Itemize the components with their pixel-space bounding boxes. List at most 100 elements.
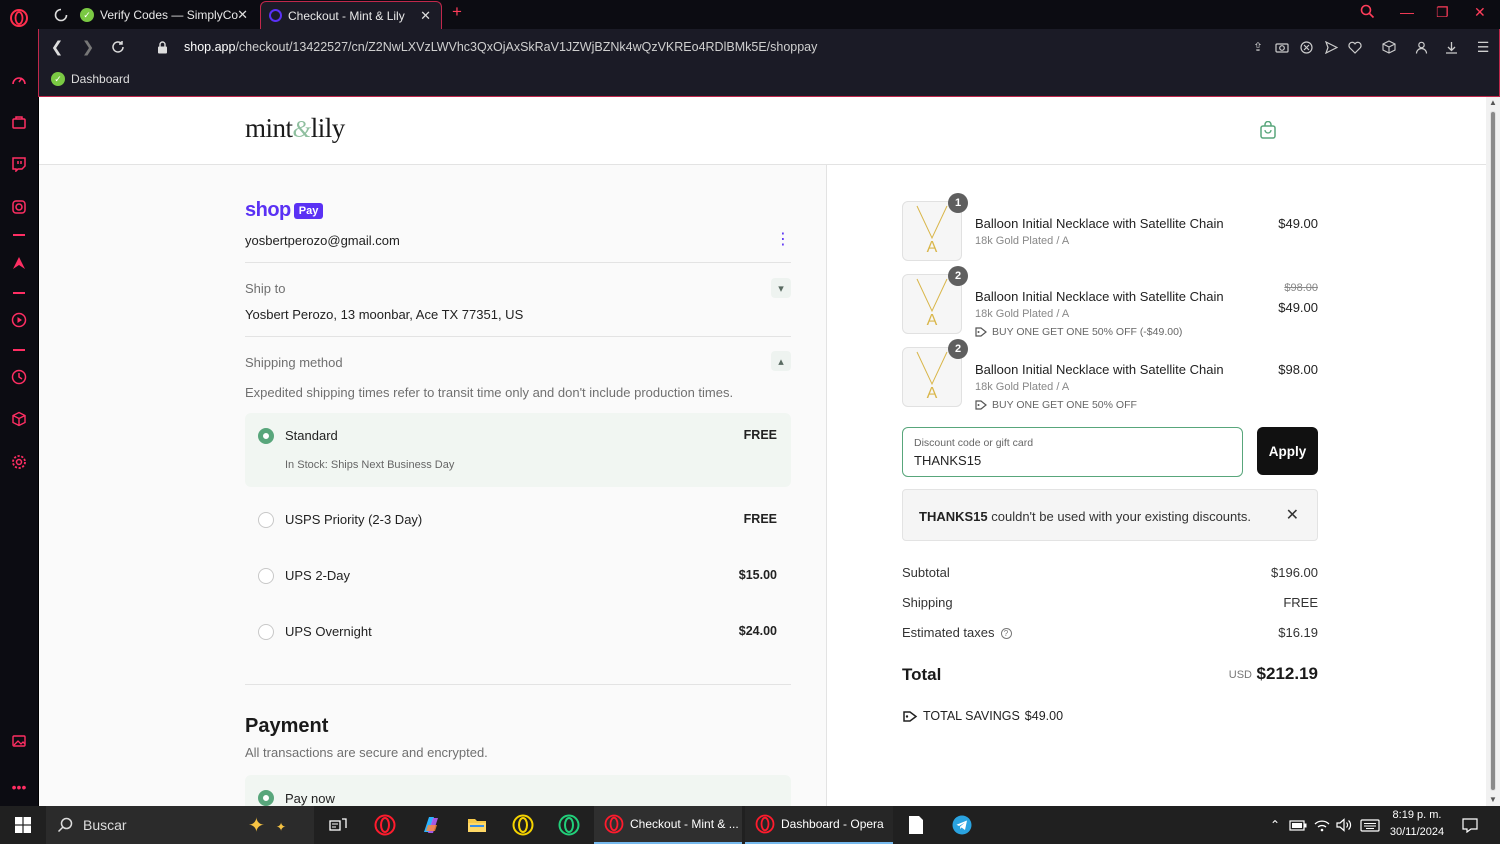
shop-pay-logo: shop Pay xyxy=(245,199,324,222)
radio-unselected[interactable] xyxy=(258,624,274,640)
close-tab-icon[interactable]: ✕ xyxy=(237,7,248,23)
tab-checkout[interactable]: Checkout - Mint & Lily ✕ xyxy=(260,1,442,29)
new-tab-button[interactable]: + xyxy=(452,2,462,22)
more-icon[interactable]: ••• xyxy=(9,777,29,797)
screen: ••• ✓ Verify Codes — SimplyCodes ✕ Check… xyxy=(0,0,1500,844)
extensions-icon[interactable] xyxy=(9,409,29,429)
scroll-up-icon[interactable]: ▲ xyxy=(1489,98,1497,107)
divider xyxy=(245,336,791,337)
scrollbar-thumb[interactable] xyxy=(1490,111,1496,791)
option-price: FREE xyxy=(743,428,777,442)
gallery-icon[interactable] xyxy=(9,731,29,751)
radio-unselected[interactable] xyxy=(258,512,274,528)
show-hidden-icons[interactable]: ⌃ xyxy=(1266,806,1284,844)
scroll-down-icon[interactable]: ▼ xyxy=(1489,795,1497,804)
chevron-down-icon[interactable]: ▾ xyxy=(771,278,791,298)
menu-icon[interactable]: ☰ xyxy=(1475,39,1491,55)
camera-icon[interactable] xyxy=(1274,39,1290,55)
aria-icon[interactable] xyxy=(9,253,29,273)
ship-to-address[interactable]: Yosbert Perozo, 13 moonbar, Ace TX 77351… xyxy=(245,307,523,322)
reload-button[interactable] xyxy=(109,38,127,56)
divider xyxy=(245,684,791,685)
discount-code-input[interactable]: Discount code or gift card THANKS15 xyxy=(902,427,1243,477)
minimize-button[interactable]: — xyxy=(1400,4,1414,20)
item-name: Balloon Initial Necklace with Satellite … xyxy=(975,289,1224,304)
url-field[interactable]: shop.app/checkout/13422527/cn/Z2NwLXVzLW… xyxy=(184,40,817,54)
radio-unselected[interactable] xyxy=(258,568,274,584)
apply-button[interactable]: Apply xyxy=(1257,427,1318,475)
send-icon[interactable] xyxy=(1323,39,1339,55)
error-message: THANKS15 couldn't be used with your exis… xyxy=(919,509,1251,524)
radio-selected[interactable] xyxy=(258,790,274,806)
favorite-heart-icon[interactable] xyxy=(1347,39,1363,55)
opera-gx-icon[interactable] xyxy=(370,806,400,844)
payment-subtitle: All transactions are secure and encrypte… xyxy=(245,745,488,760)
discount-field-value[interactable]: THANKS15 xyxy=(914,453,981,468)
taxes-row: Estimated taxes? $16.19 xyxy=(902,625,1318,640)
history-icon[interactable] xyxy=(9,367,29,387)
extensions-cube-icon[interactable] xyxy=(1381,39,1397,55)
shipping-option-standard[interactable]: Standard In Stock: Ships Next Business D… xyxy=(245,413,791,487)
back-button[interactable]: ❮ xyxy=(48,38,66,56)
wifi-icon[interactable] xyxy=(1312,806,1332,844)
notepad-icon[interactable] xyxy=(901,806,931,844)
twitch-icon[interactable] xyxy=(9,154,29,174)
block-ads-icon[interactable] xyxy=(1298,39,1314,55)
search-icon xyxy=(57,817,73,833)
clock-time[interactable]: 8:19 p. m. xyxy=(1384,809,1450,821)
opera-green-icon[interactable] xyxy=(554,806,584,844)
option-price: $24.00 xyxy=(738,624,777,638)
page-scrollbar[interactable]: ▲ ▼ xyxy=(1486,97,1500,806)
clock-date[interactable]: 30/11/2024 xyxy=(1384,826,1450,838)
original-price: $98.00 xyxy=(1284,282,1318,294)
task-view-icon[interactable] xyxy=(324,806,352,844)
instagram-icon[interactable] xyxy=(9,197,29,217)
windows-start-icon[interactable] xyxy=(10,806,36,844)
chevron-up-icon[interactable]: ▴ xyxy=(771,351,791,371)
keyboard-icon[interactable] xyxy=(1358,806,1382,844)
close-window-button[interactable]: ✕ xyxy=(1474,4,1486,21)
info-icon[interactable]: ? xyxy=(1000,628,1012,639)
shipping-option-usps-priority[interactable]: USPS Priority (2-3 Day) FREE xyxy=(245,497,791,553)
close-icon[interactable]: ✕ xyxy=(1286,505,1299,525)
speed-dial-icon[interactable] xyxy=(9,70,29,90)
shipping-option-ups-2-day[interactable]: UPS 2-Day $15.00 xyxy=(245,553,791,609)
share-icon[interactable]: ⇪ xyxy=(1250,39,1266,55)
simplycodes-icon: ✓ xyxy=(80,8,94,22)
shipping-note: Expedited shipping times refer to transi… xyxy=(245,385,734,400)
taskbar-window-checkout[interactable]: Checkout - Mint & ... xyxy=(594,806,742,844)
player-icon[interactable] xyxy=(9,310,29,330)
file-explorer-icon[interactable] xyxy=(462,806,492,844)
tab-simplycodes[interactable]: ✓ Verify Codes — SimplyCodes ✕ xyxy=(72,1,258,29)
shipping-option-ups-overnight[interactable]: UPS Overnight $24.00 xyxy=(245,609,791,665)
svg-text:A: A xyxy=(927,385,938,402)
store-header: mint&lily xyxy=(39,97,1486,165)
opera-logo-icon[interactable] xyxy=(9,8,29,28)
lock-icon[interactable] xyxy=(153,38,171,56)
battery-icon[interactable] xyxy=(1288,806,1308,844)
shopping-icon[interactable] xyxy=(9,112,29,132)
taskbar-window-dashboard[interactable]: Dashboard - Opera xyxy=(745,806,893,844)
notifications-icon[interactable] xyxy=(1458,806,1482,844)
telegram-icon[interactable] xyxy=(947,806,977,844)
cart-item: A 1 Balloon Initial Necklace with Satell… xyxy=(902,193,1318,263)
tab-bar: ✓ Verify Codes — SimplyCodes ✕ Checkout … xyxy=(38,0,1500,29)
taskbar-search[interactable]: Buscar ✦ ✦ xyxy=(46,806,314,844)
account-menu-icon[interactable]: ⋮ xyxy=(775,229,791,249)
download-icon[interactable] xyxy=(1443,39,1459,55)
opera-yellow-icon[interactable] xyxy=(508,806,538,844)
store-logo[interactable]: mint&lily xyxy=(245,113,345,144)
restore-button[interactable]: ❐ xyxy=(1436,4,1449,21)
bookmark-dashboard[interactable]: ✓ Dashboard xyxy=(51,72,130,86)
forward-button[interactable]: ❯ xyxy=(79,38,97,56)
radio-selected[interactable] xyxy=(258,428,274,444)
item-price: $49.00 xyxy=(1278,216,1318,231)
tab-search-icon[interactable] xyxy=(1360,4,1375,22)
copilot-icon[interactable] xyxy=(416,806,446,844)
volume-icon[interactable] xyxy=(1334,806,1354,844)
shopping-bag-icon[interactable] xyxy=(1260,120,1276,139)
profile-icon[interactable] xyxy=(1413,39,1429,55)
close-tab-icon[interactable]: ✕ xyxy=(420,8,431,24)
settings-icon[interactable] xyxy=(9,452,29,472)
payment-option-pay-now[interactable]: Pay now xyxy=(245,775,791,806)
